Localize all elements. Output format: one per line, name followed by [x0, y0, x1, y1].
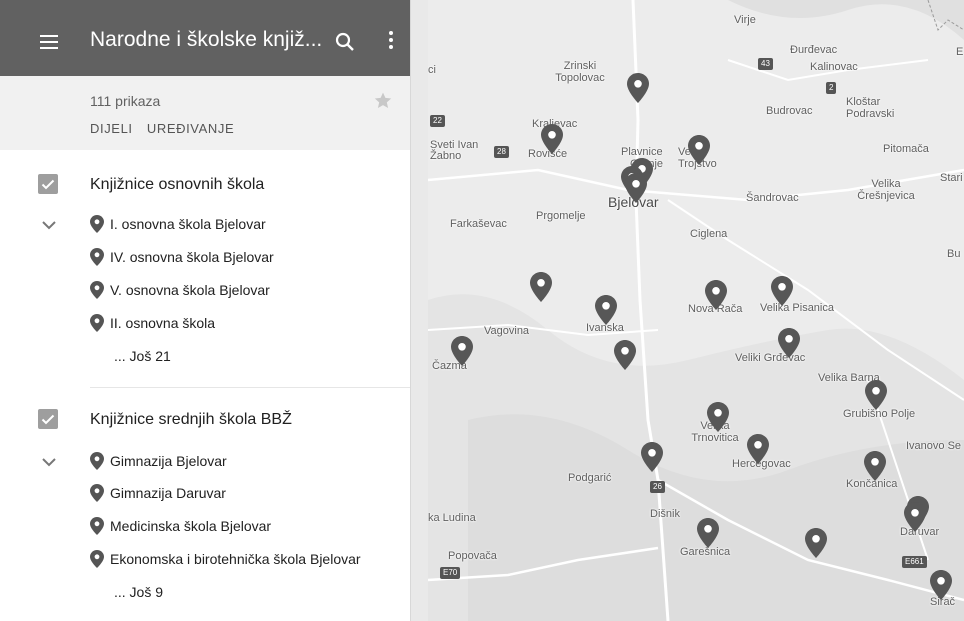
place-label: Podgarić [568, 472, 612, 484]
list-item-label: I. osnovna škola Bjelovar [110, 216, 266, 232]
road-shield: 22 [430, 115, 445, 127]
list-item[interactable]: IV. osnovna škola Bjelovar [90, 245, 274, 269]
layer-checkbox-srednje[interactable] [38, 409, 58, 429]
map-marker-pin-icon[interactable] [541, 124, 563, 154]
map-marker-pin-icon[interactable] [705, 280, 727, 310]
map-pin-icon [90, 314, 104, 332]
road-shield: 43 [758, 58, 773, 70]
list-item[interactable]: Gimnazija Bjelovar [90, 449, 227, 473]
place-label: Stari [940, 172, 963, 184]
layer-checkbox-osnovne[interactable] [38, 174, 58, 194]
map-marker-pin-icon[interactable] [614, 340, 636, 370]
map-marker-pin-icon[interactable] [530, 272, 552, 302]
layer-title[interactable]: Knjižnice osnovnih škola [90, 176, 264, 194]
more-vert-icon[interactable] [388, 31, 394, 53]
map-pin-icon [90, 550, 104, 568]
map-marker-pin-icon[interactable] [864, 451, 886, 481]
map-marker-pin-icon[interactable] [688, 135, 710, 165]
place-label: E [956, 46, 964, 58]
place-label: Sveti Ivan Žabno [430, 139, 479, 162]
place-label: Budrovac [766, 105, 813, 117]
edit-button[interactable]: UREĐIVANJE [147, 121, 234, 136]
place-label: ci [428, 64, 436, 76]
share-button[interactable]: DIJELI [90, 121, 133, 136]
road-shield: 26 [650, 481, 665, 493]
place-label: ka Ludina [428, 512, 476, 524]
star-icon[interactable] [373, 91, 393, 111]
show-more-link[interactable]: ... Još 9 [114, 584, 163, 600]
map-marker-pin-icon[interactable] [707, 402, 729, 432]
map-marker-pin-icon[interactable] [805, 528, 827, 558]
place-label: Dišnik [650, 508, 680, 520]
place-label: Prgomelje [536, 210, 586, 222]
map-pin-icon [90, 517, 104, 535]
place-label: Kloštar Podravski [846, 96, 895, 120]
list-item-label: Gimnazija Daruvar [110, 485, 226, 501]
place-label: Pitomača [883, 143, 929, 155]
map-marker-pin-icon[interactable] [930, 570, 952, 600]
road-shield: E661 [902, 556, 927, 568]
list-item[interactable]: V. osnovna škola Bjelovar [90, 278, 270, 302]
list-item-label: IV. osnovna škola Bjelovar [110, 249, 274, 265]
map-pin-icon [90, 281, 104, 299]
header-bar: Narodne i školske knjiž... [0, 0, 410, 76]
sidebar: Narodne i školske knjiž... 111 prikaza D… [0, 0, 420, 621]
layer-title[interactable]: Knjižnice srednjih škola BBŽ [90, 411, 292, 429]
place-label: Plavnice [621, 146, 663, 158]
map-marker-pin-icon[interactable] [625, 173, 647, 203]
search-icon[interactable] [335, 32, 355, 52]
place-label: Ivanovo Se [906, 440, 962, 452]
map-title: Narodne i školske knjiž... [90, 28, 323, 51]
menu-icon[interactable] [40, 35, 58, 49]
place-label: Velika Črešnjevica [857, 178, 915, 202]
road-shield: 2 [826, 82, 837, 94]
list-item-label: Ekonomska i birotehnička škola Bjelovar [110, 551, 361, 567]
list-item-label: II. osnovna škola [110, 315, 216, 331]
map-pin-icon [90, 452, 104, 470]
road-shield: E70 [440, 567, 461, 579]
map-pin-icon [90, 484, 104, 502]
list-item[interactable]: Medicinska škola Bjelovar [90, 514, 271, 538]
road-shield: 28 [494, 146, 509, 158]
map-marker-pin-icon[interactable] [697, 518, 719, 548]
list-item-label: Medicinska škola Bjelovar [110, 518, 272, 534]
list-item-label: Gimnazija Bjelovar [110, 453, 227, 469]
map-marker-pin-icon[interactable] [641, 442, 663, 472]
list-item[interactable]: II. osnovna škola [90, 311, 215, 335]
place-label: Ciglena [690, 228, 728, 240]
map-marker-pin-icon[interactable] [595, 295, 617, 325]
map-marker-pin-icon[interactable] [865, 380, 887, 410]
resize-handle[interactable] [410, 0, 429, 621]
chevron-down-icon[interactable] [42, 220, 56, 230]
map-marker-pin-icon[interactable] [627, 73, 649, 103]
place-label: Bu [947, 248, 961, 260]
map-canvas[interactable]: Virje Đurđevac Kalinovac Zrinski Topolov… [428, 0, 964, 621]
map-info-panel: 111 prikaza DIJELI UREĐIVANJE [0, 76, 410, 150]
place-label: Virje [734, 14, 756, 26]
place-label: Vagovina [484, 325, 530, 337]
place-label: Kalinovac [810, 61, 858, 73]
divider [90, 387, 410, 388]
map-marker-pin-icon[interactable] [778, 328, 800, 358]
map-marker-pin-icon[interactable] [747, 434, 769, 464]
map-pin-icon [90, 215, 104, 233]
map-pin-icon [90, 248, 104, 266]
map-marker-pin-icon[interactable] [451, 336, 473, 366]
chevron-down-icon[interactable] [42, 457, 56, 467]
place-label: Šandrovac [746, 192, 799, 204]
map-marker-pin-icon[interactable] [771, 276, 793, 306]
list-item-label: V. osnovna škola Bjelovar [110, 282, 270, 298]
place-label: Farkaševac [450, 218, 507, 230]
list-item[interactable]: I. osnovna škola Bjelovar [90, 212, 266, 236]
show-more-link[interactable]: ... Još 21 [114, 348, 171, 364]
list-item[interactable]: Ekonomska i birotehnička škola Bjelovar [90, 547, 361, 571]
place-label: Popovača [448, 550, 497, 562]
map-marker-pin-icon[interactable] [904, 502, 926, 532]
list-item[interactable]: Gimnazija Daruvar [90, 481, 226, 505]
place-label: Đurđevac [790, 44, 838, 56]
view-count: 111 prikaza [90, 93, 161, 109]
place-label: Zrinski Topolovac [555, 60, 605, 84]
